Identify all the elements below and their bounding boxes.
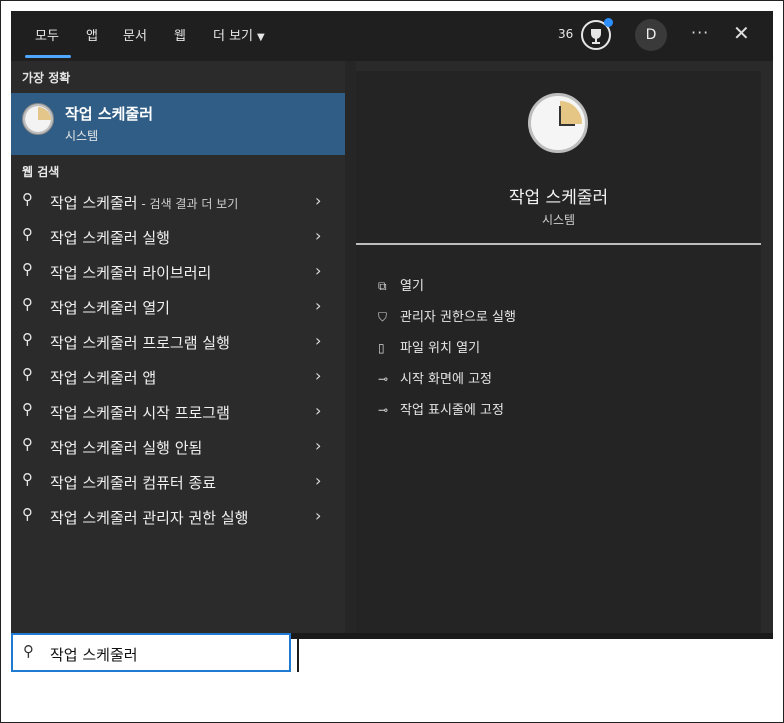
panel-divider [345,61,356,633]
best-match-subtitle: 시스템 [65,129,99,143]
search-icon: ⚲ [22,505,33,523]
tab-web[interactable]: 웹 [174,25,186,44]
chevron-right-icon: › [315,296,322,315]
tab-documents[interactable]: 문서 [123,25,147,44]
pin-icon: ⊸ [378,403,389,417]
top-bar: 모두 앱 문서 웹 더 보기 ▼ 36 D ··· ✕ [11,11,773,61]
more-options-icon[interactable]: ··· [691,23,709,42]
taskbar-edge-corner [297,639,299,672]
web-search-item-label: 작업 스케줄러 앱 [50,369,157,387]
search-icon: ⚲ [22,190,33,208]
detail-pane: 작업 스케줄러 시스템 ⧉ 열기 ⛉ 관리자 권한으로 실행 ▯ 파일 위치 열기 ⊸… [356,71,761,633]
search-input[interactable]: ⚲ 작업 스케줄러 [11,633,291,672]
action-label: 작업 표시줄에 고정 [400,403,504,418]
chevron-right-icon: › [315,471,322,490]
web-search-item[interactable]: ⚲ 작업 스케줄러 실행 › [11,220,345,255]
caret-down-icon: ▼ [257,32,265,43]
web-search-item[interactable]: ⚲ 작업 스케줄러 시작 프로그램 › [11,395,345,430]
search-icon: ⚲ [22,400,33,418]
search-icon: ⚲ [22,435,33,453]
web-search-item-label: 작업 스케줄러 실행 안됨 [50,439,203,457]
action-open[interactable]: ⧉ 열기 [378,275,424,294]
shield-icon: ⛉ [378,310,388,324]
web-search-item-label: 작업 스케줄러 - 검색 결과 더 보기 [50,192,238,213]
best-match-item[interactable]: 작업 스케줄러 시스템 [11,93,345,155]
web-search-item-label: 작업 스케줄러 관리자 권한 실행 [50,509,249,527]
taskbar-edge [291,633,773,639]
task-scheduler-icon [22,103,54,135]
web-search-item-label: 작업 스케줄러 시작 프로그램 [50,404,230,422]
close-icon[interactable]: ✕ [733,21,750,45]
open-icon: ⧉ [378,279,387,293]
web-search-item[interactable]: ⚲ 작업 스케줄러 - 검색 결과 더 보기 › [11,185,345,220]
action-pin-to-taskbar[interactable]: ⊸ 작업 표시줄에 고정 [378,399,504,418]
web-search-item[interactable]: ⚲ 작업 스케줄러 실행 안됨 › [11,430,345,465]
action-open-file-location[interactable]: ▯ 파일 위치 열기 [378,337,480,356]
action-label: 파일 위치 열기 [400,341,481,356]
search-icon: ⚲ [23,642,34,660]
web-search-item[interactable]: ⚲ 작업 스케줄러 열기 › [11,290,345,325]
web-search-item-label: 작업 스케줄러 실행 [50,229,170,247]
pin-icon: ⊸ [378,372,389,386]
active-tab-indicator [25,55,71,58]
web-search-heading: 웹 검색 [22,165,60,179]
detail-title: 작업 스케줄러 [508,188,609,208]
best-match-heading: 가장 정확 [22,71,71,85]
file-icon: ▯ [378,341,385,355]
web-search-item-label: 작업 스케줄러 라이브러리 [50,264,212,282]
chevron-right-icon: › [315,401,322,420]
web-item-suffix: - 검색 결과 더 보기 [137,197,239,211]
chevron-right-icon: › [315,191,322,210]
chevron-right-icon: › [315,506,322,525]
action-run-as-admin[interactable]: ⛉ 관리자 권한으로 실행 [378,306,516,325]
web-search-item[interactable]: ⚲ 작업 스케줄러 프로그램 실행 › [11,325,345,360]
action-pin-to-start[interactable]: ⊸ 시작 화면에 고정 [378,368,492,387]
results-list: 가장 정확 작업 스케줄러 시스템 웹 검색 ⚲ 작업 스케줄러 - 검색 결과… [11,61,345,633]
rewards-points: 36 [558,27,574,41]
search-icon: ⚲ [22,365,33,383]
tab-all[interactable]: 모두 [35,25,59,44]
chevron-right-icon: › [315,226,322,245]
tab-apps[interactable]: 앱 [86,25,98,44]
web-search-item-label: 작업 스케줄러 프로그램 실행 [50,334,230,352]
action-label: 관리자 권한으로 실행 [400,310,516,325]
detail-divider [356,243,761,245]
search-icon: ⚲ [22,330,33,348]
avatar[interactable]: D [635,19,667,51]
web-search-item[interactable]: ⚲ 작업 스케줄러 관리자 권한 실행 › [11,500,345,535]
best-match-title: 작업 스케줄러 [65,105,154,123]
chevron-right-icon: › [315,261,322,280]
search-icon: ⚲ [22,260,33,278]
action-label: 열기 [400,279,424,294]
tab-more-label: 더 보기 [213,29,254,44]
search-value: 작업 스케줄러 [50,646,138,664]
web-search-item[interactable]: ⚲ 작업 스케줄러 앱 › [11,360,345,395]
web-search-item-label: 작업 스케줄러 컴퓨터 종료 [50,474,217,492]
chevron-right-icon: › [315,436,322,455]
detail-subtitle: 시스템 [541,213,576,227]
search-panel: 모두 앱 문서 웹 더 보기 ▼ 36 D ··· ✕ 가장 정확 작업 스케줄러… [11,11,773,633]
chevron-right-icon: › [315,331,322,350]
task-scheduler-large-icon [528,93,588,153]
tab-more[interactable]: 더 보기 ▼ [213,25,265,44]
notification-dot [604,18,613,27]
search-icon: ⚲ [22,470,33,488]
search-icon: ⚲ [22,295,33,313]
web-search-item[interactable]: ⚲ 작업 스케줄러 컴퓨터 종료 › [11,465,345,500]
action-label: 시작 화면에 고정 [400,372,492,387]
search-icon: ⚲ [22,225,33,243]
chevron-right-icon: › [315,366,322,385]
web-search-item[interactable]: ⚲ 작업 스케줄러 라이브러리 › [11,255,345,290]
web-search-item-label: 작업 스케줄러 열기 [50,299,170,317]
web-item-text: 작업 스케줄러 [50,194,138,212]
